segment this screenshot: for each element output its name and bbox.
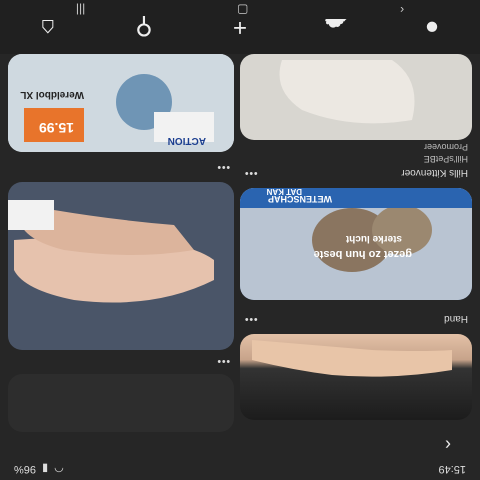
system-home-icon[interactable]: ▢ (237, 3, 248, 17)
pin-card-hands[interactable] (8, 182, 234, 350)
wifi-icon: ◠ (54, 462, 64, 475)
pin-card-kitten-ad[interactable]: gezet zo hun beste sterke lucht WETENSCH… (240, 188, 472, 300)
screen: 15:49 ◠ ▮ 96% ‹ Hand ••• gezet zo hun be… (0, 0, 480, 480)
pin-promoted-label: Promoveer (423, 142, 468, 152)
ad-price: 15.99 (38, 120, 74, 136)
pin-image (252, 340, 452, 377)
status-time: 15:49 (438, 463, 466, 475)
pin-card-action-ad[interactable]: ACTION 15.99 Wereldbol XL (8, 54, 234, 152)
pin-card-top-right[interactable] (8, 374, 234, 432)
pin-card-hand-white[interactable] (240, 54, 472, 140)
pin-title: Hills Kittenvoer (401, 167, 468, 179)
back-button[interactable]: ‹ (434, 434, 462, 456)
pin-card-hand-1[interactable] (240, 334, 472, 420)
pin-title: Hand (444, 313, 468, 325)
ad-headline: gezet zo hun beste (313, 248, 412, 260)
pin-meta-4: ••• (8, 158, 234, 176)
ad-subline: sterke lucht (345, 233, 402, 244)
more-options-icon[interactable]: ••• (216, 162, 230, 173)
ad-product-label: Wereldbol XL (20, 89, 84, 100)
pin-meta-1: Hand ••• (240, 310, 472, 328)
ad-badge-2: DAT KAN (266, 188, 302, 196)
pin-image (240, 188, 472, 300)
top-bar: ‹ (18, 432, 462, 458)
more-options-icon[interactable]: ••• (216, 356, 230, 367)
system-recents-icon[interactable]: ||| (76, 3, 85, 17)
more-options-icon[interactable]: ••• (244, 168, 258, 179)
pin-image (8, 200, 214, 303)
system-back-icon[interactable]: ‹ (400, 3, 404, 17)
pin-image (279, 60, 415, 124)
chevron-left-icon: ‹ (445, 435, 451, 456)
pin-meta-2c: Promoveer (240, 138, 472, 156)
pin-meta-3: ••• (8, 352, 234, 370)
ad-brand: ACTION (167, 135, 206, 146)
battery-level: 96% (14, 463, 37, 475)
status-icons: ◠ ▮ 96% (14, 463, 64, 476)
status-bar: 15:49 ◠ ▮ 96% (0, 458, 480, 480)
system-navigation: ‹ ▢ ||| (0, 0, 480, 20)
more-options-icon[interactable]: ••• (244, 314, 258, 325)
pin-feed[interactable]: Hand ••• gezet zo hun beste sterke lucht… (0, 54, 480, 432)
signal-icon: ▮ (42, 462, 49, 475)
